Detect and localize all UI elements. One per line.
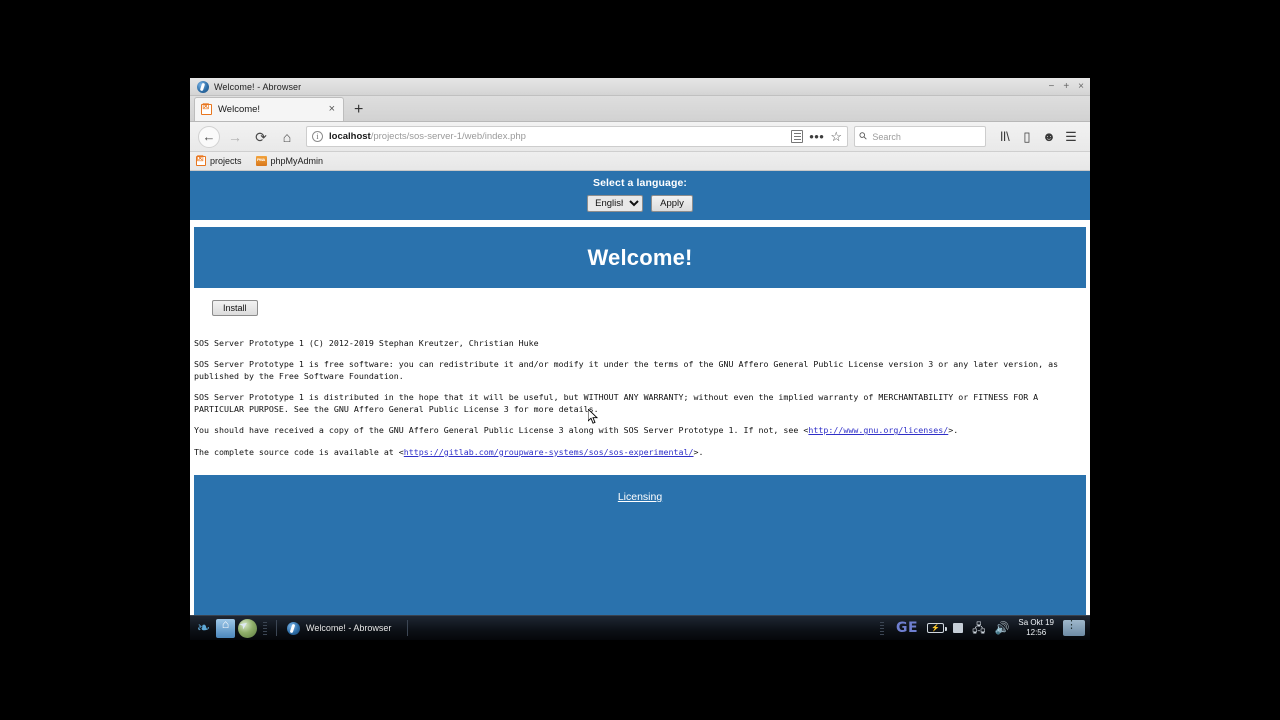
- search-input[interactable]: Search: [872, 132, 901, 142]
- broken-image-icon: [201, 102, 212, 115]
- task-list: Welcome! - Abrowser: [283, 616, 877, 641]
- phpmyadmin-icon: [255, 156, 267, 166]
- license-free-software: SOS Server Prototype 1 is free software:…: [194, 359, 1059, 381]
- star-icon[interactable]: ☆: [830, 130, 842, 143]
- clock-date: Sa Okt 19: [1018, 618, 1054, 627]
- page-content: Select a language: English Apply Welcome…: [190, 171, 1090, 640]
- display-icon[interactable]: [953, 623, 964, 633]
- license-source-suffix: >.: [693, 446, 704, 457]
- license-text: SOS Server Prototype 1 (C) 2012-2019 Ste…: [190, 316, 1090, 468]
- bookmark-label: phpMyAdmin: [270, 156, 324, 166]
- install-button[interactable]: Install: [212, 300, 258, 316]
- license-copy-prefix: You should have received a copy of the G…: [194, 425, 809, 436]
- tab-close-icon[interactable]: ×: [327, 104, 337, 115]
- language-label: Select a language:: [593, 177, 687, 189]
- swirl-icon[interactable]: ❧: [194, 619, 213, 638]
- account-icon[interactable]: ☻: [1038, 126, 1060, 148]
- page-title: Welcome!: [587, 244, 693, 270]
- gnu-licenses-link[interactable]: http://www.gnu.org/licenses/: [808, 425, 948, 435]
- license-copyright: SOS Server Prototype 1 (C) 2012-2019 Ste…: [194, 338, 539, 348]
- hamburger-menu-icon[interactable]: ☰: [1060, 126, 1082, 148]
- window-title: Welcome! - Abrowser: [214, 81, 302, 92]
- source-code-link[interactable]: https://gitlab.com/groupware-systems/sos…: [404, 447, 694, 457]
- task-item-abrowser[interactable]: Welcome! - Abrowser: [283, 616, 401, 641]
- close-button[interactable]: ×: [1078, 82, 1084, 92]
- window-controls: − + ×: [1048, 78, 1084, 96]
- window-titlebar: Welcome! - Abrowser − + ×: [190, 78, 1090, 96]
- keyboard-layout-indicator[interactable]: GE: [896, 620, 918, 636]
- library-icon[interactable]: ll\: [994, 126, 1016, 148]
- file-manager-icon[interactable]: [216, 617, 235, 638]
- clock-time: 12:56: [1026, 628, 1047, 637]
- forward-button[interactable]: →: [222, 124, 248, 150]
- taskbar-grip[interactable]: [263, 621, 267, 635]
- tab-welcome[interactable]: Welcome! ×: [194, 97, 344, 121]
- broken-image-icon: [196, 154, 206, 166]
- tray-app-icon[interactable]: [1063, 618, 1085, 636]
- taskbar-launchers: ❧: [190, 617, 270, 638]
- system-tray: GE ⚡ 🖧 🔊 Sa Okt 19 12:56: [877, 618, 1090, 638]
- tab-strip: Welcome! × +: [190, 96, 1090, 122]
- search-icon: ⚲: [857, 130, 871, 143]
- language-selection-bar: Select a language: English Apply: [190, 171, 1090, 220]
- browser-icon[interactable]: [238, 618, 257, 638]
- license-warranty: SOS Server Prototype 1 is distributed in…: [194, 392, 1039, 414]
- license-source-notice: The complete source code is available at…: [194, 447, 1086, 458]
- volume-icon[interactable]: 🔊: [994, 622, 1009, 634]
- licensing-link[interactable]: Licensing: [618, 491, 662, 503]
- browser-window: Welcome! - Abrowser − + × Welcome! × + ←…: [190, 78, 1090, 640]
- navigation-toolbar: ← → ⟳ ⌂ i localhost/projects/sos-server-…: [190, 122, 1090, 152]
- clock[interactable]: Sa Okt 19 12:56: [1018, 618, 1054, 638]
- install-button-wrap: Install: [190, 288, 1090, 316]
- new-tab-button[interactable]: +: [354, 102, 363, 118]
- bookmark-phpmyadmin[interactable]: phpMyAdmin: [255, 156, 324, 166]
- back-button[interactable]: ←: [198, 125, 220, 148]
- url-host: localhost: [329, 131, 371, 142]
- url-path: /projects/sos-server-1/web/index.php: [370, 131, 526, 142]
- bookmarks-toolbar: projects phpMyAdmin: [190, 152, 1090, 171]
- reload-button[interactable]: ⟳: [248, 124, 274, 150]
- maximize-button[interactable]: +: [1063, 82, 1069, 92]
- abrowser-icon: [287, 621, 300, 635]
- search-bar[interactable]: ⚲ Search: [854, 126, 986, 147]
- tab-label: Welcome!: [218, 104, 261, 115]
- desktop: Welcome! - Abrowser − + × Welcome! × + ←…: [0, 0, 1280, 720]
- task-item-label: Welcome! - Abrowser: [306, 623, 392, 633]
- license-source-prefix: The complete source code is available at…: [194, 446, 404, 457]
- info-icon[interactable]: i: [312, 131, 323, 142]
- language-select[interactable]: English: [587, 195, 644, 212]
- url-text: localhost/projects/sos-server-1/web/inde…: [329, 131, 785, 142]
- network-icon[interactable]: 🖧: [972, 622, 985, 634]
- taskbar: ❧ Welcome! - Abrowser GE ⚡ 🖧 🔊 Sa Okt 19…: [190, 615, 1090, 640]
- welcome-banner: Welcome!: [194, 226, 1086, 288]
- reader-view-icon[interactable]: [791, 130, 804, 143]
- sidebar-icon[interactable]: ▯: [1016, 126, 1038, 148]
- battery-icon[interactable]: ⚡: [927, 623, 948, 633]
- bookmark-label: projects: [210, 156, 242, 166]
- apply-button[interactable]: Apply: [651, 195, 693, 212]
- page-actions-icon[interactable]: •••: [809, 130, 824, 143]
- home-button[interactable]: ⌂: [274, 124, 300, 150]
- bookmark-projects[interactable]: projects: [196, 154, 242, 166]
- minimize-button[interactable]: −: [1048, 82, 1054, 92]
- tray-grip[interactable]: [880, 621, 885, 635]
- license-copy-suffix: >.: [948, 425, 959, 436]
- url-bar[interactable]: i localhost/projects/sos-server-1/web/in…: [306, 126, 848, 147]
- license-copy-notice: You should have received a copy of the G…: [194, 425, 1086, 436]
- language-controls: English Apply: [190, 195, 1090, 212]
- taskbar-separator: [276, 620, 277, 636]
- abrowser-icon: [197, 80, 209, 93]
- taskbar-separator: [407, 620, 409, 636]
